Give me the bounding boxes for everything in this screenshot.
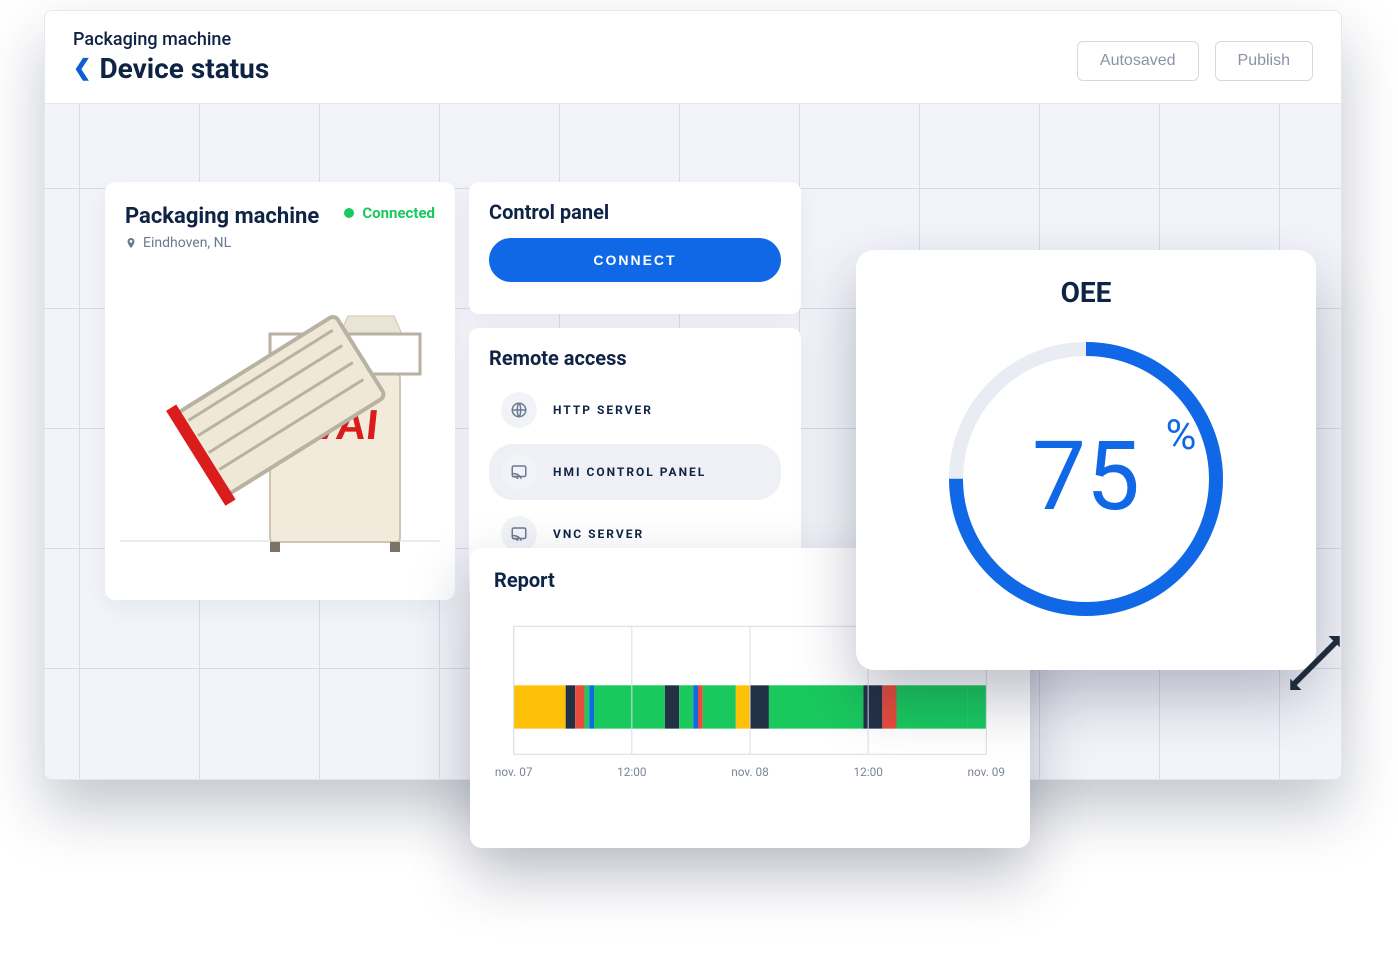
status-badge: Connected xyxy=(344,204,435,222)
oee-title: OEE xyxy=(880,276,1292,309)
device-location-text: Eindhoven, NL xyxy=(143,235,231,251)
svg-text:nov. 07: nov. 07 xyxy=(495,765,533,779)
oee-gauge-chart: 75 % xyxy=(926,319,1246,639)
oee-unit: % xyxy=(1166,411,1197,460)
connect-button[interactable]: CONNECT xyxy=(489,238,781,282)
remote-item-label: VNC SERVER xyxy=(553,527,644,541)
oee-card[interactable]: OEE 75 % xyxy=(856,250,1316,670)
header-actions: Autosaved Publish xyxy=(1077,41,1313,85)
status-dot-icon xyxy=(344,208,354,218)
location-pin-icon xyxy=(125,237,137,249)
svg-text:12:00: 12:00 xyxy=(617,765,646,779)
breadcrumb-parent[interactable]: Packaging machine xyxy=(73,29,269,50)
header: Packaging machine ❮ Device status Autosa… xyxy=(45,11,1341,104)
back-chevron-icon[interactable]: ❮ xyxy=(73,58,91,80)
svg-text:12:00: 12:00 xyxy=(853,765,882,779)
device-card[interactable]: Packaging machine Eindhoven, NL Connecte… xyxy=(105,182,455,600)
resize-handle-icon[interactable] xyxy=(1288,636,1342,690)
remote-access-list: HTTP SERVER HMI CONTROL PANEL VNC SERVER xyxy=(489,382,781,562)
cast-icon xyxy=(501,516,537,552)
remote-access-title: Remote access xyxy=(489,346,781,370)
globe-icon xyxy=(501,392,537,428)
autosaved-button[interactable]: Autosaved xyxy=(1077,41,1199,81)
breadcrumb: Packaging machine ❮ Device status xyxy=(73,29,269,85)
remote-item-http[interactable]: HTTP SERVER xyxy=(489,382,781,438)
page-title: Device status xyxy=(99,52,269,85)
publish-button[interactable]: Publish xyxy=(1215,41,1313,81)
status-label: Connected xyxy=(362,204,435,222)
control-panel-title: Control panel xyxy=(489,200,781,224)
remote-item-label: HMI CONTROL PANEL xyxy=(553,465,706,479)
svg-text:nov. 08: nov. 08 xyxy=(731,765,769,779)
oee-value: 75 xyxy=(1032,421,1140,533)
cast-icon xyxy=(501,454,537,490)
device-title: Packaging machine xyxy=(125,204,319,229)
device-location: Eindhoven, NL xyxy=(125,235,319,251)
remote-item-label: HTTP SERVER xyxy=(553,403,653,417)
device-image: VAI xyxy=(119,294,441,584)
remote-item-hmi[interactable]: HMI CONTROL PANEL xyxy=(489,444,781,500)
svg-text:nov. 09: nov. 09 xyxy=(968,765,1006,779)
control-panel-card[interactable]: Control panel CONNECT xyxy=(469,182,801,314)
